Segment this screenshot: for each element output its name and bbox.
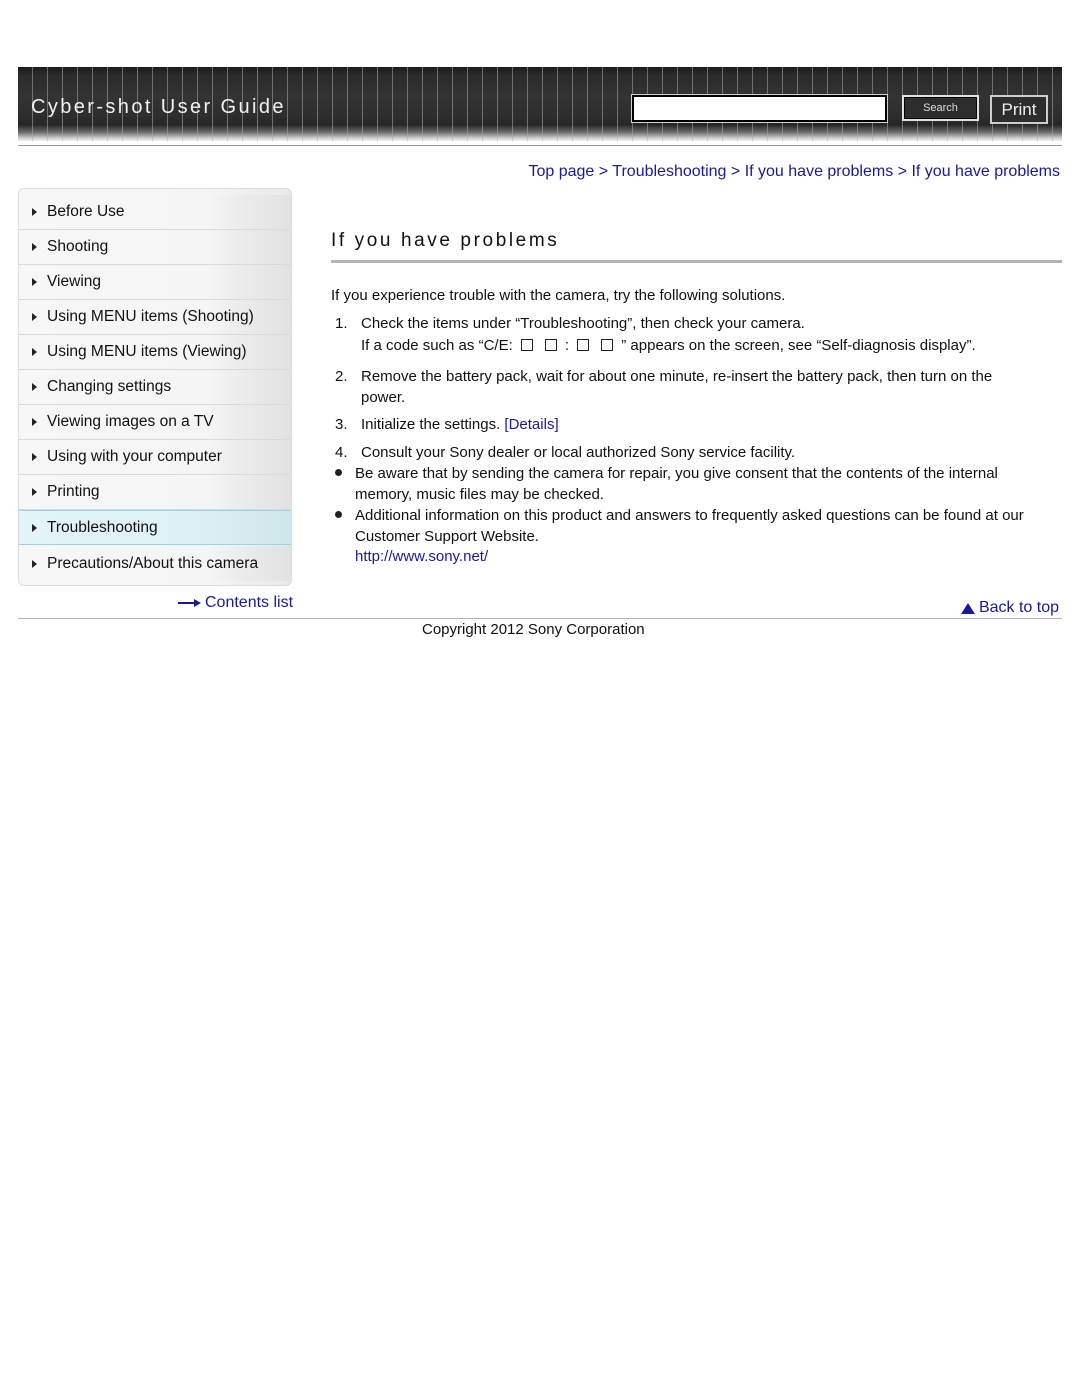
step-2-text-line2: power. <box>361 389 406 406</box>
sidebar-item-label: Changing settings <box>47 378 172 395</box>
sidebar-item-label: Before Use <box>47 203 125 220</box>
step-2-text-line1: Remove the battery pack, wait for about … <box>361 368 993 385</box>
breadcrumb-if-you-have-problems[interactable]: If you have problems <box>745 163 894 180</box>
breadcrumb: Top page > Troubleshooting > If you have… <box>528 163 1060 181</box>
note-1-line1: Be aware that by sending the camera for … <box>355 465 998 482</box>
breadcrumb-current[interactable]: If you have problems <box>911 163 1060 180</box>
sidebar-item-menu-shooting[interactable]: Using MENU items (Shooting) <box>19 300 291 335</box>
sidebar-item-label: Using with your computer <box>47 448 222 465</box>
sidebar-item-before-use[interactable]: Before Use <box>19 195 291 230</box>
breadcrumb-troubleshooting[interactable]: Troubleshooting <box>612 163 726 180</box>
triangle-up-icon <box>960 602 975 614</box>
contents-list-label: Contents list <box>205 594 294 611</box>
bullet-icon <box>335 511 342 518</box>
triangle-right-icon <box>32 488 37 496</box>
sidebar-item-printing[interactable]: Printing <box>19 475 291 510</box>
contents-list-link[interactable]: Contents list <box>178 594 293 612</box>
page-title: If you have problems <box>331 230 560 251</box>
breadcrumb-separator: > <box>598 163 609 180</box>
arrow-right-icon <box>178 598 202 608</box>
step-number: 3. <box>335 416 348 433</box>
search-input[interactable] <box>631 94 888 123</box>
triangle-right-icon <box>32 208 37 216</box>
breadcrumb-top-page[interactable]: Top page <box>528 163 594 180</box>
step-3-text: Initialize the settings. [Details] <box>361 416 559 433</box>
sidebar-item-precautions[interactable]: Precautions/About this camera <box>19 546 291 581</box>
sidebar-item-label: Precautions/About this camera <box>47 554 259 572</box>
sidebar-item-viewing[interactable]: Viewing <box>19 265 291 300</box>
footer-divider <box>18 618 1062 619</box>
title-divider <box>331 260 1062 263</box>
header-divider <box>18 145 1062 146</box>
sidebar-item-label: Printing <box>47 483 100 500</box>
sidebar-item-label: Using MENU items (Viewing) <box>47 343 247 360</box>
breadcrumb-separator: > <box>730 163 741 180</box>
triangle-right-icon <box>32 383 37 391</box>
triangle-right-icon <box>32 523 37 532</box>
note-1-line2: memory, music files may be checked. <box>355 486 604 503</box>
header-banner: Cyber-shot User Guide Search Print <box>18 67 1062 141</box>
sidebar-item-troubleshooting[interactable]: Troubleshooting <box>19 510 291 545</box>
step-3-label: Initialize the settings. <box>361 416 501 433</box>
code-prefix: If a code such as “C/E: <box>361 337 513 354</box>
sidebar-item-menu-viewing[interactable]: Using MENU items (Viewing) <box>19 335 291 370</box>
triangle-right-icon <box>32 243 37 251</box>
copyright-text: Copyright 2012 Sony Corporation <box>422 621 645 638</box>
code-suffix: ” appears on the screen, see “Self-diagn… <box>621 337 976 354</box>
step-1-text: Check the items under “Troubleshooting”,… <box>361 315 805 332</box>
note-2-line2: Customer Support Website. <box>355 528 539 545</box>
step-1-subtext: If a code such as “C/E: : ” appears on t… <box>361 337 976 354</box>
sidebar-item-shooting[interactable]: Shooting <box>19 230 291 265</box>
sidebar-item-viewing-on-tv[interactable]: Viewing images on a TV <box>19 405 291 440</box>
sony-website-link[interactable]: http://www.sony.net/ <box>355 548 488 565</box>
placeholder-box-icon <box>544 339 557 351</box>
details-link[interactable]: [Details] <box>504 416 558 433</box>
step-number: 4. <box>335 444 348 461</box>
triangle-right-icon <box>32 313 37 321</box>
sidebar-nav: Before Use Shooting Viewing Using MENU i… <box>18 188 292 586</box>
placeholder-box-icon <box>577 339 590 351</box>
triangle-right-icon <box>32 559 37 568</box>
sidebar-item-label: Viewing images on a TV <box>47 413 214 430</box>
breadcrumb-separator: > <box>897 163 908 180</box>
triangle-right-icon <box>32 348 37 356</box>
step-4-text: Consult your Sony dealer or local author… <box>361 444 796 461</box>
site-title: Cyber-shot User Guide <box>31 96 286 118</box>
bullet-icon <box>335 469 342 476</box>
sidebar-item-label: Troubleshooting <box>47 518 158 536</box>
sidebar-item-changing-settings[interactable]: Changing settings <box>19 370 291 405</box>
back-to-top-link[interactable]: Back to top <box>960 599 1059 617</box>
search-button[interactable]: Search <box>902 95 979 121</box>
triangle-right-icon <box>32 278 37 286</box>
triangle-right-icon <box>32 453 37 461</box>
placeholder-box-icon <box>601 339 614 351</box>
sidebar-item-label: Shooting <box>47 238 109 255</box>
sidebar-item-label: Viewing <box>47 273 102 290</box>
intro-text: If you experience trouble with the camer… <box>331 287 786 304</box>
triangle-right-icon <box>32 418 37 426</box>
step-number: 2. <box>335 368 348 385</box>
placeholder-box-icon <box>520 339 533 351</box>
back-to-top-label: Back to top <box>978 599 1059 616</box>
step-number: 1. <box>335 315 348 332</box>
code-colon: : <box>564 337 570 354</box>
print-button[interactable]: Print <box>990 95 1048 124</box>
note-2-line1: Additional information on this product a… <box>355 507 1024 524</box>
sidebar-item-label: Using MENU items (Shooting) <box>47 308 254 325</box>
sidebar-item-using-with-computer[interactable]: Using with your computer <box>19 440 291 475</box>
